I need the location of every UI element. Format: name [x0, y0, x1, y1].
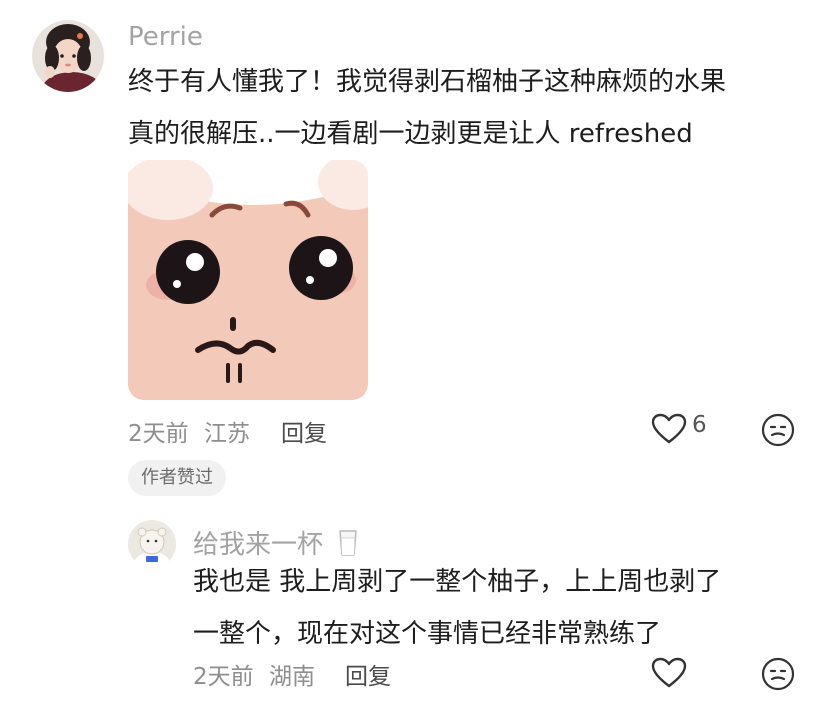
comment-location: 江苏: [203, 421, 250, 447]
reply-location: 湖南: [268, 664, 315, 690]
reply-reply-button[interactable]: 回复: [345, 657, 391, 691]
comment-reply-button[interactable]: 回复: [281, 414, 327, 448]
comment-time: 2天前: [128, 421, 189, 447]
reply-text-line-2: 一整个，现在对这个事情已经非常熟练了: [193, 619, 662, 649]
comment-text-line-2: 真的很解压..一边看剧一边剥更是让人 refreshed: [128, 119, 693, 149]
comment-text-line-1: 终于有人懂我了！我觉得剥石榴柚子这种麻烦的水果: [128, 67, 727, 97]
reply-text-line-1: 我也是 我上周剥了一整个柚子，上上周也剥了: [193, 567, 722, 597]
reply-text: 我也是 我上周剥了一整个柚子，上上周也剥了 一整个，现在对这个事情已经非常熟练了: [193, 556, 813, 660]
like-heart-icon[interactable]: [651, 413, 687, 445]
reply-meta: 2天前 湖南: [193, 657, 315, 691]
comment-meta: 2天前 江苏: [128, 414, 250, 448]
reply-time: 2天前: [193, 664, 254, 690]
like-count: 6: [692, 412, 707, 438]
comment-text: 终于有人懂我了！我觉得剥石榴柚子这种麻烦的水果 真的很解压..一边看剧一边剥更是…: [128, 56, 808, 160]
commenter-username[interactable]: Perrie: [128, 22, 203, 52]
author-liked-badge: 作者赞过: [128, 460, 226, 496]
meh-face-icon[interactable]: [761, 413, 795, 447]
sticker-image[interactable]: [128, 160, 368, 400]
replier-avatar[interactable]: [128, 520, 176, 568]
reply-like-heart-icon[interactable]: [651, 657, 687, 689]
reply-meh-face-icon[interactable]: [761, 657, 795, 691]
commenter-avatar[interactable]: [32, 20, 104, 92]
